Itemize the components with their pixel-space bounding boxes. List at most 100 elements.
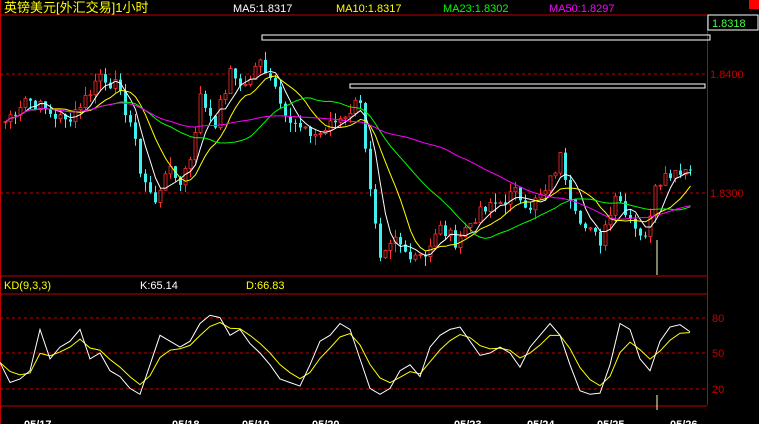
candle	[83, 86, 88, 112]
candle	[379, 217, 382, 262]
candle	[498, 200, 503, 205]
candle	[438, 220, 443, 236]
date-label: 05/17	[24, 419, 52, 424]
candle	[34, 99, 37, 111]
candle	[478, 200, 483, 224]
date-label: 05/25	[597, 419, 625, 424]
candle	[323, 127, 328, 136]
candle	[473, 218, 478, 225]
candle	[653, 183, 658, 223]
candle	[404, 240, 407, 253]
ma23-line	[5, 97, 691, 239]
kd-tick: 80	[712, 313, 724, 325]
candle	[209, 99, 212, 122]
candle	[198, 86, 203, 135]
k-value: K:65.14	[140, 280, 178, 292]
candle	[603, 220, 608, 251]
date-label: 05/26	[670, 419, 698, 424]
candle	[533, 195, 538, 219]
moving-averages	[5, 70, 691, 256]
candle	[253, 62, 258, 80]
kd-title: KD(9,3,3)	[4, 280, 51, 292]
high-marker	[261, 34, 711, 41]
candle	[309, 125, 312, 143]
candle	[418, 254, 423, 259]
candle	[613, 192, 618, 223]
ma10-label: MA10:1.8317	[336, 3, 401, 15]
candle	[228, 65, 233, 94]
candle	[54, 108, 57, 128]
candle	[168, 157, 173, 179]
candle	[139, 138, 142, 178]
candle	[689, 165, 692, 176]
candle	[454, 224, 457, 250]
candle	[328, 111, 333, 137]
kd-tick: 20	[712, 384, 724, 396]
candle	[383, 249, 388, 260]
candle	[569, 174, 572, 209]
candle	[8, 110, 13, 129]
k-line	[0, 314, 691, 396]
candle	[364, 101, 367, 153]
candle	[234, 67, 237, 86]
candle	[69, 113, 72, 127]
candle	[129, 110, 132, 127]
d-value: D:66.83	[246, 280, 285, 292]
corner-marker[interactable]	[749, 0, 759, 9]
candle	[193, 126, 198, 164]
date-label: 05/18	[172, 419, 200, 424]
candle	[669, 169, 672, 181]
candle	[624, 193, 627, 218]
candle	[239, 74, 242, 91]
candle	[644, 231, 647, 239]
date-label: 05/20	[312, 419, 340, 424]
kd-tick: 50	[712, 348, 724, 360]
candle	[369, 140, 372, 197]
candle	[44, 101, 47, 115]
candle	[23, 96, 28, 111]
candle	[73, 101, 78, 129]
ma5-label: MA5:1.8317	[233, 3, 292, 15]
candle	[284, 101, 287, 123]
chart-title: 英镑美元[外汇交易]1小时	[4, 0, 148, 15]
candle	[313, 128, 318, 146]
candle	[484, 205, 487, 215]
price-tick: 1.8400	[710, 69, 744, 81]
candle	[529, 201, 532, 214]
candle	[558, 152, 563, 176]
ma10-line	[5, 75, 691, 252]
candle	[158, 188, 163, 208]
candle	[264, 51, 267, 74]
candle	[639, 227, 642, 241]
date-label: 05/23	[454, 419, 482, 424]
candle	[519, 187, 522, 204]
candle	[359, 94, 362, 109]
current-price: 1.8318	[712, 18, 746, 30]
ma50-label: MA50:1.8297	[549, 3, 614, 15]
candle	[248, 75, 253, 87]
candle	[18, 100, 23, 122]
candle	[508, 183, 513, 212]
candle	[98, 68, 103, 91]
candle	[303, 126, 308, 130]
candle	[574, 198, 577, 215]
ma23-label: MA23:1.8302	[443, 3, 508, 15]
candle	[424, 251, 427, 266]
candle	[409, 243, 412, 263]
candle	[588, 226, 593, 232]
candle	[149, 175, 152, 194]
kd-lines	[0, 314, 691, 396]
candle	[584, 222, 587, 232]
candle	[658, 184, 663, 191]
candle	[374, 184, 377, 229]
candle	[594, 226, 597, 236]
candle	[553, 171, 558, 179]
candle	[88, 90, 93, 103]
candle	[294, 119, 297, 132]
candle	[599, 228, 602, 254]
chart-svg: 1.8318 1.8400 1.8300 80 50 20 英镑美元[外汇交易]…	[0, 0, 759, 424]
candle	[269, 68, 272, 81]
candle	[334, 113, 337, 130]
candle	[134, 113, 137, 146]
candle	[399, 232, 402, 253]
